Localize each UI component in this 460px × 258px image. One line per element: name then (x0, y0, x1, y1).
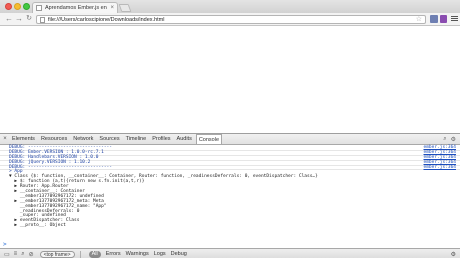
forward-button[interactable]: → (14, 14, 24, 24)
clear-console-icon[interactable]: ⊘ (29, 251, 34, 258)
settings-gear-icon[interactable]: ⚙ (451, 251, 456, 258)
divider (79, 250, 81, 258)
devtools-tab-elements[interactable]: Elements (10, 134, 37, 144)
devtools-tab-resources[interactable]: Resources (39, 134, 69, 144)
devtools-tab-console[interactable]: Console (195, 134, 223, 144)
devtools-search-icon[interactable]: ⌕ (443, 136, 446, 143)
console-output: DEBUG: ------------------------------- em… (0, 145, 460, 248)
new-tab-button[interactable] (118, 4, 132, 12)
dock-icon[interactable]: ▭ (4, 251, 10, 258)
address-bar[interactable]: file:///Users/carloscipione/Downloads/in… (36, 15, 426, 24)
search-icon[interactable]: ⌕ (21, 251, 24, 258)
filter-logs[interactable]: Logs (154, 251, 166, 257)
back-button[interactable]: ← (4, 14, 14, 24)
devtools-close-icon[interactable]: × (0, 136, 10, 142)
filter-all[interactable]: All (88, 250, 101, 258)
window-close-button[interactable] (5, 3, 12, 10)
window-minimize-button[interactable] (14, 3, 21, 10)
devtools-tab-sources[interactable]: Sources (97, 134, 121, 144)
page-favicon-icon (36, 5, 42, 11)
address-url: file:///Users/carloscipione/Downloads/in… (48, 16, 165, 23)
filter-warnings[interactable]: Warnings (126, 251, 149, 257)
page-viewport (0, 27, 460, 133)
filter-errors[interactable]: Errors (106, 251, 121, 257)
page-icon (40, 16, 45, 23)
window-titlebar: Aprendamos Ember.js en × (0, 0, 460, 13)
devtools-tab-timeline[interactable]: Timeline (124, 134, 149, 144)
devtools-tab-audits[interactable]: Audits (175, 134, 194, 144)
filter-debug[interactable]: Debug (171, 251, 187, 257)
tab-close-icon[interactable]: × (110, 5, 114, 11)
browser-tab[interactable]: Aprendamos Ember.js en × (32, 2, 118, 13)
devtools-tabbar: × Elements Resources Network Sources Tim… (0, 134, 460, 145)
devtools-bottom-bar: ▭ ≡ ⌕ ⊘ <top frame> All Errors Warnings … (0, 248, 460, 258)
frame-selector[interactable]: <top frame> (39, 250, 75, 258)
extension-icon-2[interactable] (440, 15, 447, 23)
console-message: ▶ __proto__: Object (9, 223, 66, 229)
tab-title: Aprendamos Ember.js en (45, 5, 107, 11)
browser-toolbar: ← → ↻ file:///Users/carloscipione/Downlo… (0, 13, 460, 26)
console-object-line[interactable]: ▶ __proto__: Object (0, 223, 460, 229)
devtools-panel: × Elements Resources Network Sources Tim… (0, 133, 460, 258)
extension-icon[interactable] (430, 15, 438, 23)
reload-button[interactable]: ↻ (24, 14, 34, 24)
console-drawer-icon[interactable]: ≡ (14, 251, 18, 257)
bookmark-star-icon[interactable]: ☆ (416, 16, 422, 24)
devtools-tab-network[interactable]: Network (71, 134, 95, 144)
window-maximize-button[interactable] (23, 3, 30, 10)
devtools-settings-icon[interactable]: ⚙ (451, 136, 456, 143)
devtools-tab-profiles[interactable]: Profiles (150, 134, 172, 144)
menu-icon[interactable] (451, 15, 458, 23)
